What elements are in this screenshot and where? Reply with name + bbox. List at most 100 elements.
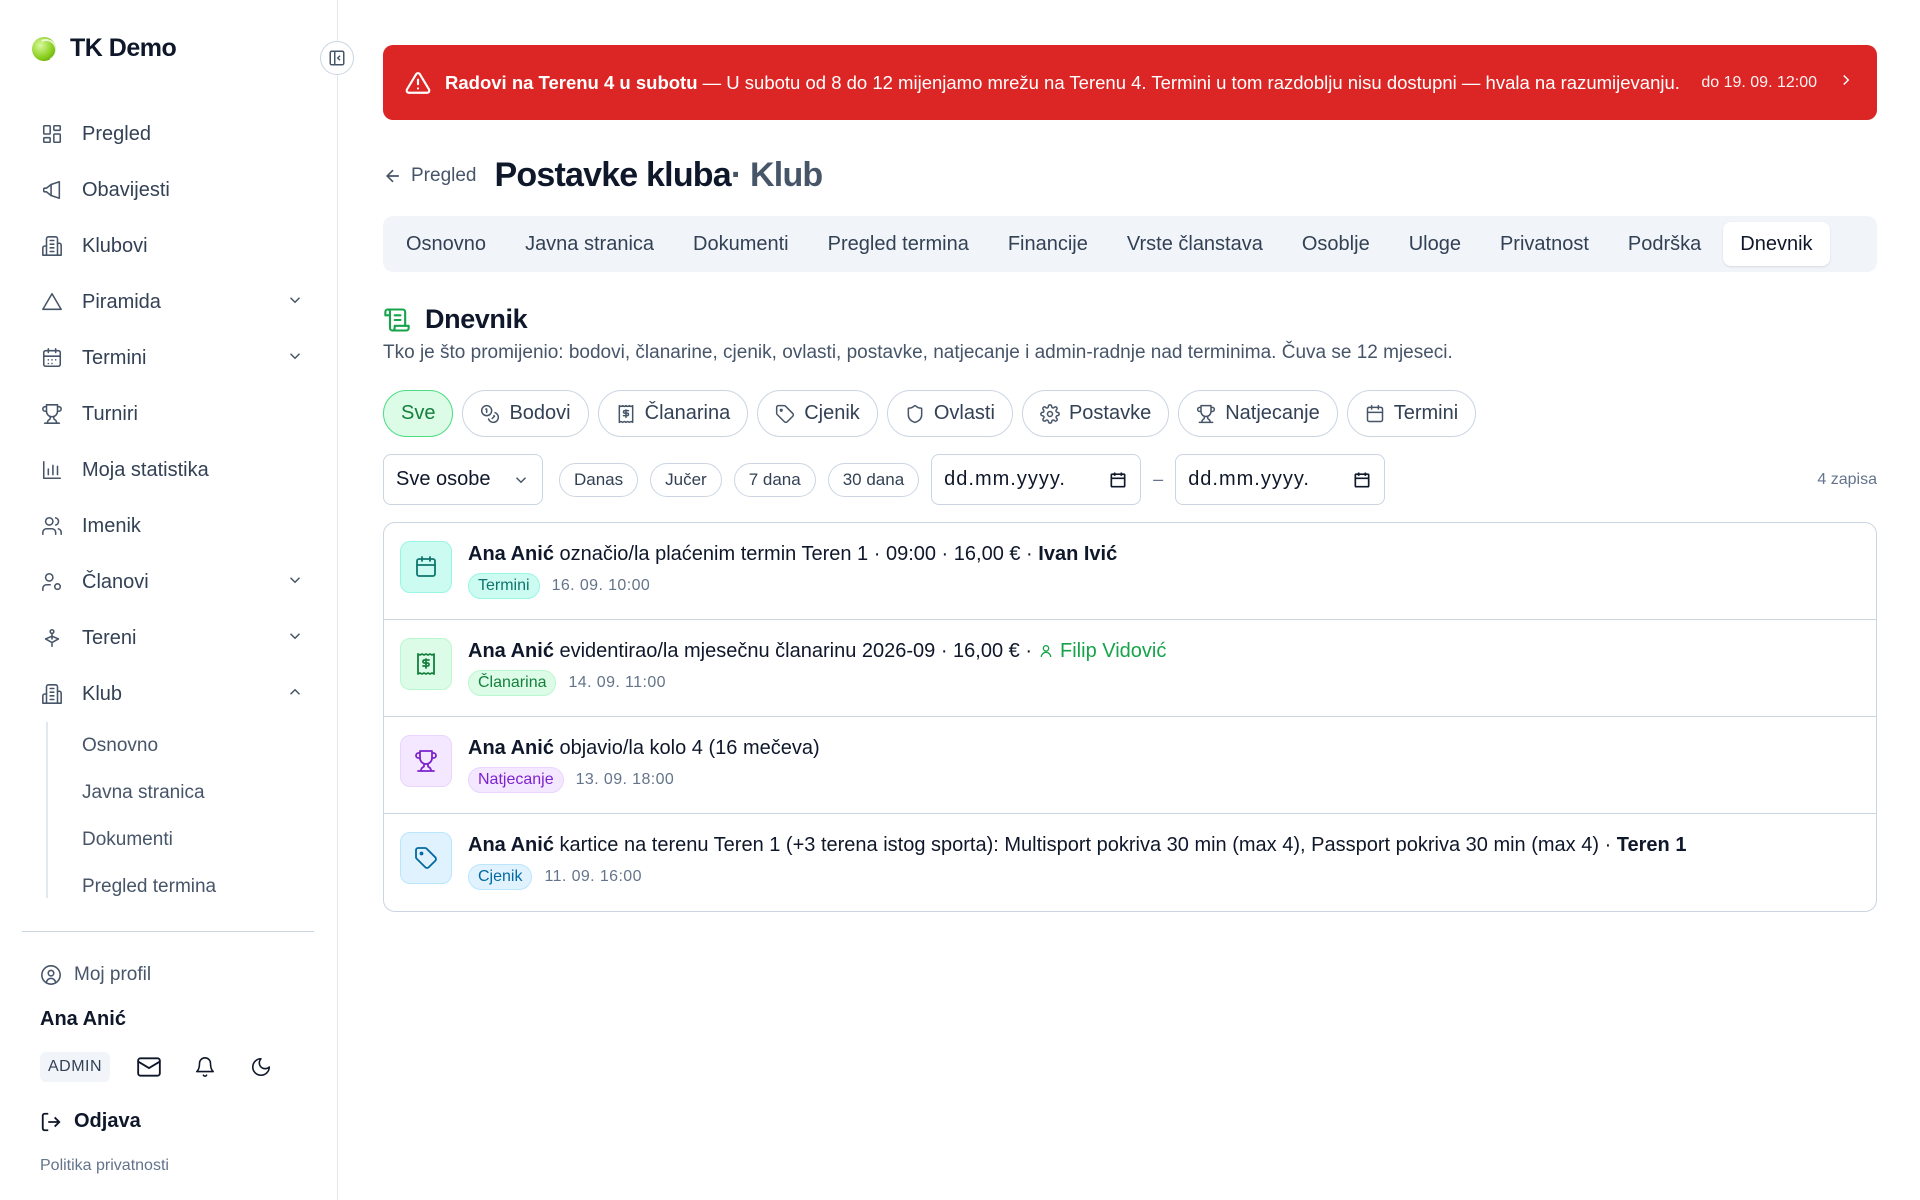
trophy-icon [40, 402, 64, 426]
sidebar-item-tereni[interactable]: Tereni [22, 610, 318, 666]
tab-dnevnik[interactable]: Dnevnik [1723, 222, 1830, 266]
subnav-item-osnovno[interactable]: Osnovno [48, 722, 318, 769]
privacy-policy-link[interactable]: Politika privatnosti [40, 1157, 169, 1175]
sidebar-item-clanovi[interactable]: Članovi [22, 554, 318, 610]
log-entry[interactable]: Ana Anić kartice na terenu Teren 1 (+3 t… [384, 814, 1876, 911]
alert-triangle-icon [405, 70, 431, 96]
subnav-item-pregled-termina[interactable]: Pregled termina [48, 863, 318, 898]
tab-pregled-termina[interactable]: Pregled termina [811, 222, 986, 266]
sidebar-item-pregled[interactable]: Pregled [22, 106, 318, 162]
log-target: Filip Vidović [1060, 640, 1167, 662]
category-chip-sve[interactable]: Sve [383, 390, 454, 437]
calendar-icon [40, 346, 64, 370]
subnav-item-javna-stranica[interactable]: Javna stranica [48, 769, 318, 816]
log-actor: Ana Anić [468, 834, 554, 856]
chevron-down-icon[interactable] [286, 571, 304, 594]
sidebar-item-label: Moja statistika [82, 458, 209, 481]
sidebar-item-label: Turniri [82, 402, 138, 425]
range-7-days-button[interactable]: 7 dana [733, 462, 816, 497]
chevron-down-icon[interactable] [286, 291, 304, 314]
tab-podrska[interactable]: Podrška [1611, 222, 1718, 266]
chip-label: Termini [1393, 402, 1459, 424]
section-title: Dnevnik [425, 304, 528, 334]
announcement-message: — U subotu od 8 do 12 mijenjamo mrežu na… [697, 71, 1680, 93]
log-entry-text: Ana Anić objavio/la kolo 4 (16 mečeva) [468, 735, 1860, 761]
log-actor: Ana Anić [468, 737, 554, 759]
sidebar-item-klubovi[interactable]: Klubovi [22, 218, 318, 274]
sidebar-item-termini[interactable]: Termini [22, 330, 318, 386]
sidebar-item-klub[interactable]: Klub [22, 666, 318, 722]
range-30-days-button[interactable]: 30 dana [827, 462, 920, 497]
tab-uloge[interactable]: Uloge [1392, 222, 1478, 266]
sidebar-item-obavijesti[interactable]: Obavijesti [22, 162, 318, 218]
back-link[interactable]: Pregled [383, 165, 477, 187]
user-cog-icon [40, 570, 64, 594]
chevron-right-icon[interactable] [1837, 71, 1855, 94]
section-description: Tko je što promijenio: bodovi, članarine… [383, 342, 1453, 363]
range-yesterday-button[interactable]: Jučer [650, 462, 722, 497]
tab-osoblje[interactable]: Osoblje [1285, 222, 1387, 266]
announcement-banner[interactable]: Radovi na Terenu 4 u subotu — U subotu o… [383, 45, 1877, 120]
layout-dashboard-icon [40, 122, 64, 146]
log-entry[interactable]: Ana Anić označio/la plaćenim termin Tere… [384, 523, 1876, 620]
logout-button[interactable]: Odjava [40, 1110, 141, 1133]
category-chip-bodovi[interactable]: Bodovi [462, 390, 589, 437]
chevron-up-icon[interactable] [286, 683, 304, 706]
tab-vrste-clanstava[interactable]: Vrste članstava [1110, 222, 1280, 266]
bar-chart-icon [40, 458, 64, 482]
tab-financije[interactable]: Financije [991, 222, 1105, 266]
section-header: Dnevnik [383, 304, 528, 335]
subnav-item-dokumenti[interactable]: Dokumenti [48, 816, 318, 863]
log-actor: Ana Anić [468, 543, 554, 565]
tab-privatnost[interactable]: Privatnost [1483, 222, 1606, 266]
tab-dokumenti[interactable]: Dokumenti [676, 222, 806, 266]
announcement-title: Radovi na Terenu 4 u subotu [445, 71, 698, 93]
moon-icon[interactable] [244, 1050, 278, 1084]
gear-icon [1040, 403, 1060, 424]
category-chip-cjenik[interactable]: Cjenik [757, 390, 878, 437]
tab-osnovno[interactable]: Osnovno [389, 222, 503, 266]
log-action: evidentirao/la mjesečnu članarinu 2026-0… [553, 640, 1033, 662]
record-count: 4 zapisa [1817, 470, 1877, 488]
trophy-icon [1197, 404, 1216, 423]
log-target-user-link[interactable]: Filip Vidović [1038, 638, 1166, 664]
chip-label: Natjecanje [1225, 402, 1320, 424]
sidebar-item-moja-statistika[interactable]: Moja statistika [22, 442, 318, 498]
person-select[interactable]: Sve osobe [383, 454, 543, 505]
category-chip-postavke[interactable]: Postavke [1021, 390, 1170, 437]
category-chip-natjecanje[interactable]: Natjecanje [1178, 390, 1338, 437]
category-chip-clanarina[interactable]: Članarina [597, 390, 749, 437]
brand[interactable]: TK Demo [32, 34, 177, 63]
sidebar-item-label: Imenik [82, 514, 141, 537]
my-profile-link[interactable]: Moj profil [40, 964, 151, 986]
log-action: označio/la plaćenim termin Teren 1 · 09:… [553, 543, 1039, 565]
chevron-down-icon[interactable] [286, 627, 304, 650]
logout-icon [41, 1112, 61, 1131]
log-target[interactable]: Teren 1 [1617, 832, 1687, 858]
log-entry[interactable]: Ana Anić objavio/la kolo 4 (16 mečeva) N… [384, 717, 1876, 814]
receipt-icon [618, 404, 634, 423]
log-target[interactable]: Ivan Ivić [1038, 541, 1117, 567]
calendar-icon[interactable] [1352, 470, 1372, 490]
sidebar-item-piramida[interactable]: Piramida [22, 274, 318, 330]
range-today-button[interactable]: Danas [559, 462, 639, 497]
date-from-input[interactable]: dd.mm.yyyy. [931, 454, 1142, 505]
sidebar-collapse-button[interactable] [320, 41, 354, 75]
log-entry-text: Ana Anić evidentirao/la mjesečnu članari… [468, 638, 1860, 664]
category-chip-termini[interactable]: Termini [1346, 390, 1477, 437]
category-chip-ovlasti[interactable]: Ovlasti [886, 390, 1013, 437]
log-entry-text: Ana Anić označio/la plaćenim termin Tere… [468, 541, 1860, 567]
date-to-input[interactable]: dd.mm.yyyy. [1175, 454, 1386, 505]
sidebar-item-turniri[interactable]: Turniri [22, 386, 318, 442]
log-entry[interactable]: Ana Anić evidentirao/la mjesečnu članari… [384, 620, 1876, 717]
triangle-icon [40, 290, 64, 314]
log-filters: Sve osobe Danas Jučer 7 dana 30 dana dd.… [383, 454, 1877, 505]
tab-javna-stranica[interactable]: Javna stranica [508, 222, 671, 266]
date-to-placeholder: dd.mm.yyyy. [1188, 468, 1310, 490]
mail-icon[interactable] [132, 1050, 166, 1084]
calendar-icon[interactable] [1108, 470, 1128, 490]
chevron-down-icon[interactable] [286, 347, 304, 370]
sidebar-item-imenik[interactable]: Imenik [22, 498, 318, 554]
settings-tabs: Osnovno Javna stranica Dokumenti Pregled… [383, 216, 1877, 272]
bell-icon[interactable] [188, 1050, 222, 1084]
